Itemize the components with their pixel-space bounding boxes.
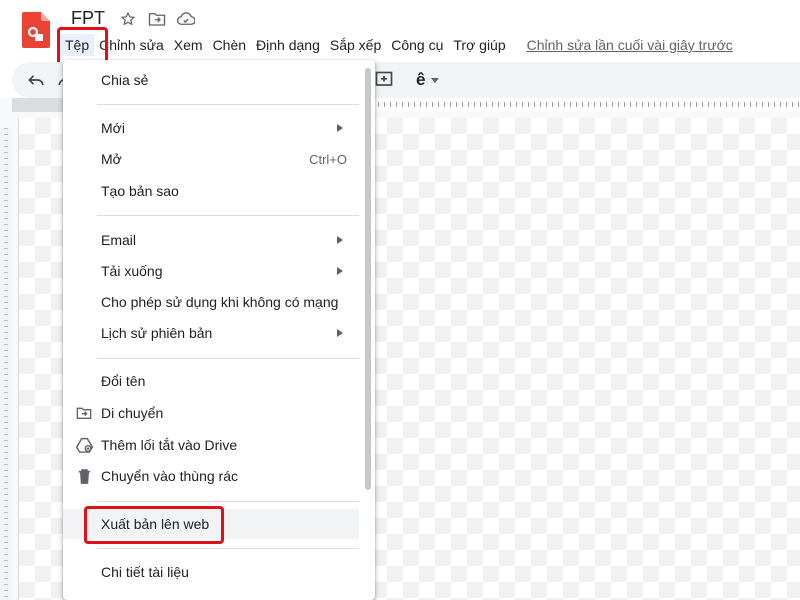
- menu-scrollbar[interactable]: [365, 68, 371, 490]
- vertical-ruler: [0, 128, 12, 600]
- trash-icon: [75, 467, 93, 485]
- menu-separator: [97, 104, 359, 105]
- menu-help[interactable]: Trợ giúp: [448, 34, 510, 56]
- menu-arrange[interactable]: Sắp xếp: [325, 34, 386, 56]
- drawings-logo-icon[interactable]: [22, 12, 50, 48]
- menu-item-label: Chuyển vào thùng rác: [101, 468, 238, 484]
- add-comment-icon[interactable]: [374, 70, 394, 90]
- menu-item-share[interactable]: Chia sẻ: [63, 65, 363, 95]
- drive-shortcut-icon: [75, 436, 93, 454]
- text-format-glyph: ê: [416, 70, 426, 89]
- header: FPT Tệp Chỉnh sửa Xem Chèn Định dạng Sắp…: [0, 0, 800, 67]
- menu-item-rename[interactable]: Đổi tên: [63, 366, 363, 396]
- submenu-arrow-icon: [337, 124, 343, 132]
- title-icons: [118, 10, 196, 28]
- menu-item-email[interactable]: Email: [63, 225, 363, 255]
- submenu-arrow-icon: [337, 329, 343, 337]
- menu-item-download[interactable]: Tải xuống: [63, 256, 363, 286]
- shortcut-label: Ctrl+O: [309, 151, 347, 167]
- menu-item-version-history[interactable]: Lịch sử phiên bản: [63, 318, 363, 348]
- highlight-box-publish: [84, 506, 224, 544]
- submenu-arrow-icon: [337, 236, 343, 244]
- menu-item-move[interactable]: Di chuyển: [63, 398, 363, 428]
- menu-item-label: Thêm lối tắt vào Drive: [101, 437, 238, 453]
- menu-item-open[interactable]: Mở Ctrl+O: [63, 144, 363, 174]
- menu-item-add-shortcut[interactable]: Thêm lối tắt vào Drive: [63, 430, 363, 460]
- menu-separator: [97, 548, 359, 549]
- menu-item-label: Tạo bản sao: [101, 183, 179, 199]
- menu-item-move-to-trash[interactable]: Chuyển vào thùng rác: [63, 461, 363, 491]
- menu-view[interactable]: Xem: [169, 34, 208, 56]
- menu-bar: Tệp Chỉnh sửa Xem Chèn Định dạng Sắp xếp…: [60, 34, 733, 56]
- menu-item-label: Chia sẻ: [101, 72, 149, 88]
- menu-item-offline[interactable]: Cho phép sử dụng khi không có mạng: [63, 287, 363, 317]
- chevron-down-icon: [431, 77, 440, 83]
- text-format-icon[interactable]: ê: [416, 68, 456, 92]
- menu-item-label: Tải xuống: [101, 263, 163, 279]
- last-edit-link[interactable]: Chỉnh sửa lần cuối vài giây trước: [527, 37, 733, 53]
- folder-move-icon[interactable]: [147, 10, 167, 28]
- menu-item-label: Mới: [101, 120, 125, 136]
- menu-item-label: Mở: [101, 151, 122, 167]
- menu-separator: [97, 358, 359, 359]
- menu-separator: [97, 215, 359, 216]
- menu-item-label: Lịch sử phiên bản: [101, 325, 213, 341]
- menu-item-document-details[interactable]: Chi tiết tài liệu: [63, 557, 363, 587]
- menu-item-label: Cho phép sử dụng khi không có mạng: [101, 294, 339, 310]
- menu-item-new[interactable]: Mới: [63, 113, 363, 143]
- menu-item-label: Đổi tên: [101, 373, 146, 389]
- menu-item-label: Chi tiết tài liệu: [101, 564, 189, 580]
- menu-tools[interactable]: Công cụ: [386, 34, 448, 56]
- menu-insert[interactable]: Chèn: [208, 34, 251, 56]
- star-icon[interactable]: [118, 10, 138, 28]
- menu-format[interactable]: Định dạng: [251, 34, 325, 56]
- menu-item-label: Email: [101, 232, 137, 248]
- menu-separator: [97, 501, 359, 502]
- cloud-saved-icon[interactable]: [176, 10, 196, 28]
- undo-icon[interactable]: [26, 70, 46, 90]
- submenu-arrow-icon: [337, 267, 343, 275]
- menu-item-label: Di chuyển: [101, 405, 164, 421]
- menu-item-make-copy[interactable]: Tạo bản sao: [63, 176, 363, 206]
- folder-move-icon: [75, 404, 93, 422]
- document-title[interactable]: FPT: [71, 7, 105, 29]
